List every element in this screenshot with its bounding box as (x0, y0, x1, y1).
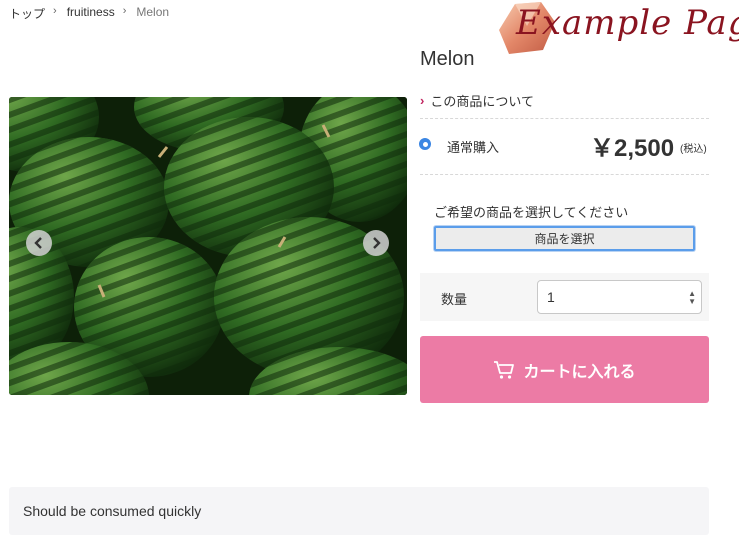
about-product-link[interactable]: › この商品について (420, 91, 534, 110)
quantity-label: 数量 (441, 292, 468, 307)
chevron-right-icon (373, 237, 381, 249)
purchase-type-label: 通常購入 (447, 140, 500, 155)
select-variant-button[interactable]: 商品を選択 (434, 226, 695, 251)
gallery-prev-button[interactable] (26, 230, 52, 256)
gallery-next-button[interactable] (363, 230, 389, 256)
product-description: Should be consumed quickly (23, 503, 202, 519)
product-price: ￥2,500 (590, 135, 675, 162)
breadcrumb: トップ › fruitiness › Melon (9, 5, 169, 22)
breadcrumb-category[interactable]: fruitiness (67, 5, 115, 22)
cart-icon (494, 360, 515, 379)
chevron-left-icon (34, 237, 42, 249)
product-title: Melon (420, 48, 475, 70)
breadcrumb-separator: › (53, 5, 57, 17)
product-image (9, 97, 407, 395)
quantity-select[interactable]: 1 ▲ ▼ (537, 280, 702, 314)
about-product-label: この商品について (430, 94, 534, 109)
site-logo-text[interactable]: Example Page (516, 3, 739, 43)
purchase-type-radio[interactable] (419, 138, 431, 150)
variant-select-prompt: ご希望の商品を選択してください (434, 205, 629, 220)
chevron-right-icon: › (420, 93, 425, 108)
select-arrows-icon: ▲ ▼ (688, 289, 696, 306)
add-to-cart-label: カートに入れる (523, 363, 636, 381)
tax-note: (税込) (680, 144, 707, 155)
add-to-cart-button[interactable]: カートに入れる (420, 336, 709, 403)
quantity-value: 1 (547, 289, 555, 305)
breadcrumb-separator: › (122, 5, 127, 17)
divider (420, 118, 709, 119)
product-image-gallery[interactable] (9, 97, 407, 395)
divider (420, 174, 709, 175)
breadcrumb-current: Melon (136, 5, 170, 19)
breadcrumb-top[interactable]: トップ (9, 5, 45, 22)
